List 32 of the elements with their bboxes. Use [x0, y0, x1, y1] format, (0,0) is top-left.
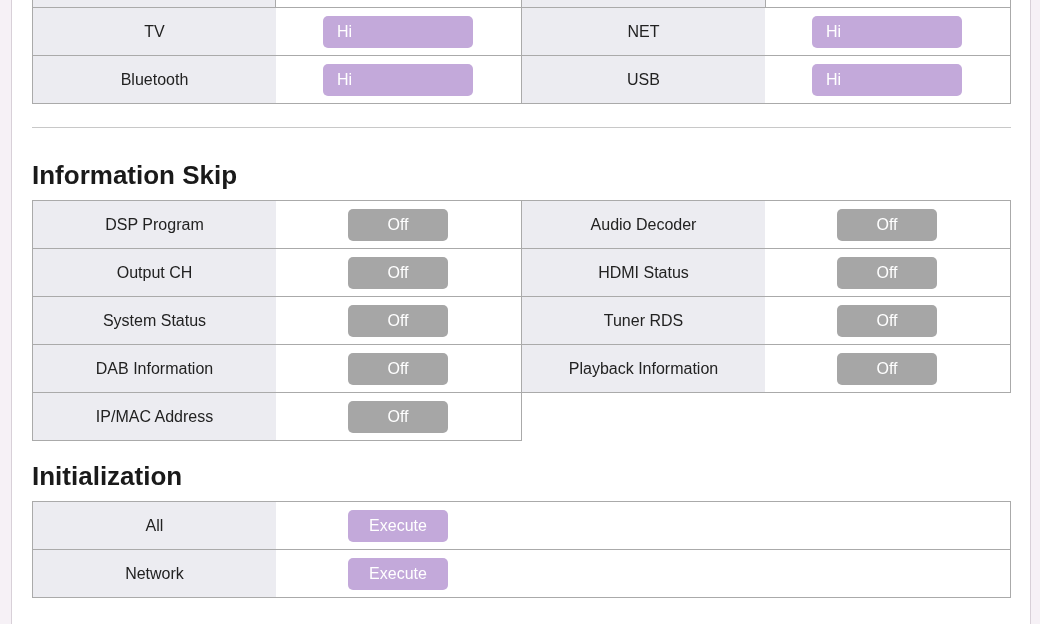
toggle-button[interactable]: Off [348, 256, 448, 289]
level-dropdown[interactable]: Hi [323, 63, 473, 96]
setting-label: All [33, 502, 276, 549]
setting-label: Playback Information [522, 345, 765, 392]
level-dropdown[interactable]: Hi [812, 15, 962, 48]
setting-label: IP/MAC Address [33, 393, 276, 440]
toggle-button[interactable]: Off [348, 304, 448, 337]
setting-label: HDMI Status [522, 249, 765, 296]
setting-label: DAB Information [33, 345, 276, 392]
level-dropdown[interactable]: Hi [323, 15, 473, 48]
toggle-button[interactable]: Off [348, 352, 448, 385]
setting-label: DSP Program [33, 201, 276, 248]
execute-button[interactable]: Execute [348, 557, 448, 590]
setting-label: Output CH [33, 249, 276, 296]
toggle-button[interactable]: Off [837, 208, 937, 241]
setting-label: USB [522, 56, 765, 103]
section-heading: Information Skip [32, 160, 239, 190]
setting-label: System Status [33, 297, 276, 344]
setting-label: Network [33, 550, 276, 597]
level-dropdown[interactable]: Hi [812, 63, 962, 96]
toggle-button[interactable]: Off [837, 304, 937, 337]
setting-label: TV [33, 8, 276, 55]
toggle-button[interactable]: Off [348, 208, 448, 241]
execute-button[interactable]: Execute [348, 509, 448, 542]
setting-label: Audio Decoder [522, 201, 765, 248]
setting-label: Tuner RDS [522, 297, 765, 344]
toggle-button[interactable]: Off [837, 352, 937, 385]
section-heading: Initialization [32, 461, 184, 491]
toggle-button[interactable]: Off [837, 256, 937, 289]
setting-label: Bluetooth [33, 56, 276, 103]
toggle-button[interactable]: Off [348, 400, 448, 433]
setting-label: NET [522, 8, 765, 55]
